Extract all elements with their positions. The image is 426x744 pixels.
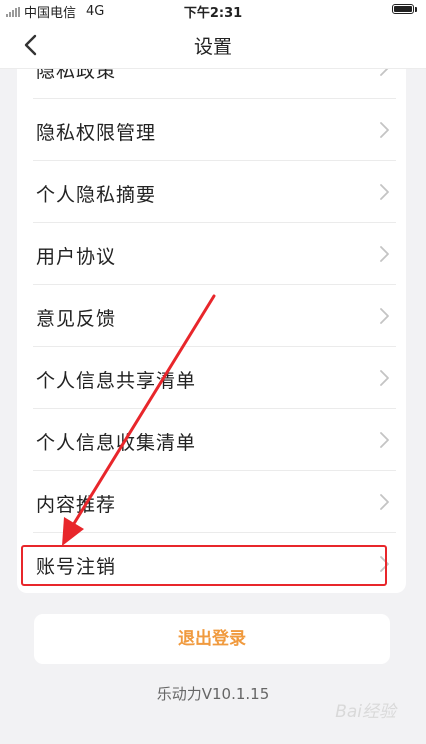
settings-row[interactable]: 个人信息收集清单 (17, 409, 406, 471)
settings-row-label: 隐私政策 (36, 69, 117, 82)
settings-row-label: 个人隐私摘要 (36, 184, 157, 206)
chevron-right-icon (380, 308, 389, 324)
battery-icon (392, 4, 417, 14)
settings-row[interactable]: 内容推荐 (17, 471, 406, 533)
chevron-right-icon (380, 370, 389, 386)
settings-row-label: 个人信息收集清单 (36, 432, 197, 454)
settings-row[interactable]: 个人信息共享清单 (17, 347, 406, 409)
settings-card: 隐私政策隐私权限管理 个人隐私摘要 用户协议意见反馈个人信息共享清单 个人信息收集清单… (17, 69, 406, 593)
settings-row[interactable]: 隐私政策 (17, 69, 406, 99)
chevron-right-icon (380, 122, 389, 138)
settings-row[interactable]: 意见反馈 (17, 285, 406, 347)
settings-row-label: 内容推荐 (36, 494, 117, 516)
settings-list: 隐私政策隐私权限管理 个人隐私摘要 用户协议意见反馈个人信息共享清单 个人信息收集清单… (17, 69, 406, 593)
status-bar: 中国电信 4G 下午2:31 (0, 0, 426, 21)
status-time: 下午2:31 (183, 6, 243, 21)
settings-row-label: 用户协议 (36, 246, 117, 268)
chevron-right-icon (380, 246, 389, 262)
page-title: 设置 (193, 36, 232, 58)
chevron-right-icon (380, 432, 389, 448)
nav-bar: 设置 (0, 20, 426, 69)
settings-row[interactable]: 个人隐私摘要 (17, 161, 406, 223)
watermark: Bai经验 (335, 702, 396, 722)
settings-row-label: 个人信息共享清单 (36, 370, 197, 392)
chevron-right-icon (380, 69, 389, 76)
settings-row[interactable]: 用户协议 (17, 223, 406, 285)
settings-row-label: 意见反馈 (36, 308, 117, 330)
settings-row[interactable]: 隐私权限管理 (17, 99, 406, 161)
settings-row-label: 隐私权限管理 (36, 122, 157, 144)
logout-button[interactable]: 退出登录 (34, 614, 390, 664)
highlight-box (21, 545, 387, 586)
chevron-right-icon (380, 494, 389, 510)
chevron-right-icon (380, 184, 389, 200)
